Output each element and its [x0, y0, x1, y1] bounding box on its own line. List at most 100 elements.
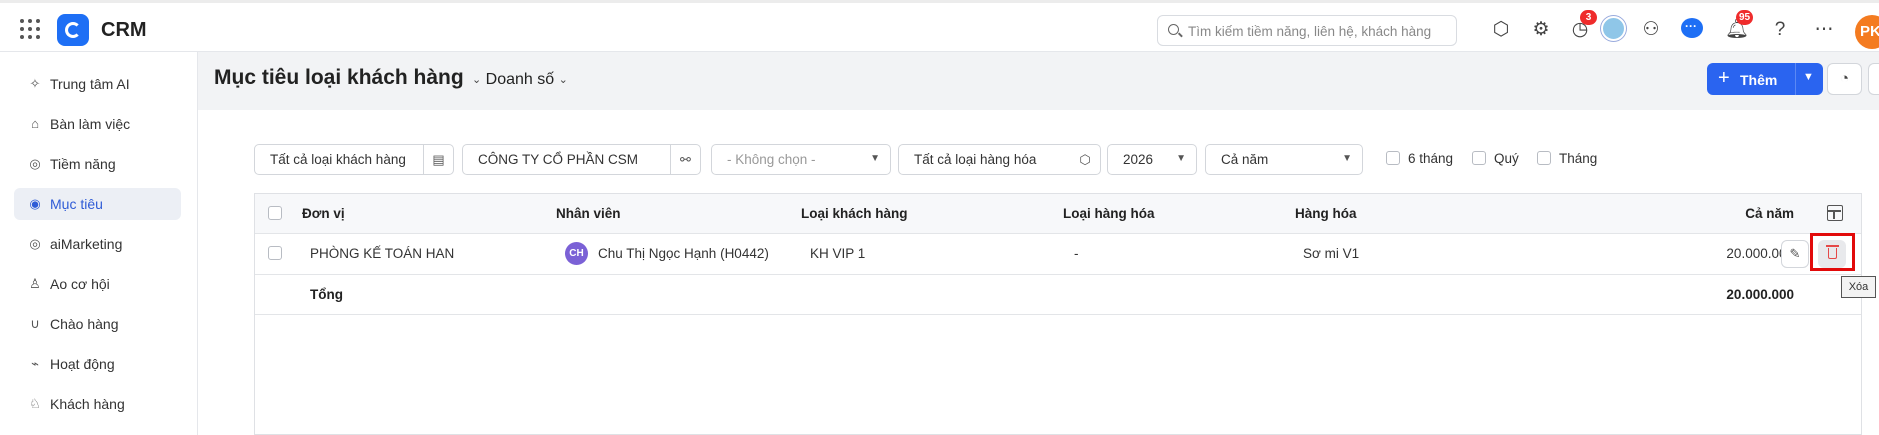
- sidebar-item-label: Bàn làm việc: [50, 116, 131, 132]
- checkbox[interactable]: [1472, 151, 1486, 165]
- period-dropdown[interactable]: Cả năm ▼: [1205, 144, 1363, 175]
- sidebar-item-aimarketing[interactable]: ◎ aiMarketing: [14, 228, 181, 260]
- customer-type-filter[interactable]: Tất cả loại khách hàng ▤: [254, 144, 454, 175]
- search-input[interactable]: [1188, 21, 1448, 41]
- checkbox[interactable]: [1537, 151, 1551, 165]
- plus-icon: +: [1718, 67, 1730, 89]
- column-header-customer-type[interactable]: Loại khách hàng: [801, 206, 908, 221]
- column-header-full-year[interactable]: Cả năm: [1655, 206, 1794, 221]
- home-icon: ⌂: [31, 116, 39, 131]
- sidebar-item-label: Hoạt động: [50, 356, 115, 372]
- organization-filter[interactable]: CÔNG TY CỔ PHẦN CSM ⚯: [462, 144, 701, 175]
- checkbox[interactable]: [1386, 151, 1400, 165]
- page-title: Mục tiêu loại khách hàng: [214, 66, 464, 89]
- sidebar-item-label: Chào hàng: [50, 316, 119, 332]
- period-dropdown-value: Cả năm: [1221, 152, 1269, 167]
- delete-tooltip: Xóa: [1841, 276, 1876, 298]
- total-label: Tổng: [310, 287, 343, 302]
- customer-icon: ♘: [29, 396, 41, 411]
- select-all-checkbox[interactable]: [268, 206, 282, 220]
- total-row: Tổng 20.000.000: [255, 275, 1861, 315]
- user-avatar[interactable]: PK: [1855, 15, 1879, 49]
- apps-grid-icon[interactable]: [20, 19, 40, 39]
- sidebar: ✧ Trung tâm AI ⌂ Bàn làm việc ◎ Tiềm năn…: [0, 52, 198, 435]
- column-header-unit[interactable]: Đơn vị: [302, 206, 345, 221]
- sidebar-item-leads[interactable]: ◎ Tiềm năng: [14, 148, 181, 180]
- customer-type-filter-value: Tất cả loại khách hàng: [270, 152, 406, 167]
- history-button[interactable]: ◔: [1827, 63, 1862, 95]
- help-icon[interactable]: ?: [1768, 18, 1792, 42]
- crm-logo-icon: [57, 14, 89, 46]
- sidebar-item-ai-center[interactable]: ✧ Trung tâm AI: [14, 68, 181, 100]
- sidebar-item-customers[interactable]: ♘ Khách hàng: [14, 388, 181, 420]
- sidebar-item-goals[interactable]: ◉ Mục tiêu: [14, 188, 181, 220]
- product-type-filter[interactable]: Tất cả loại hàng hóa ⬡: [898, 144, 1101, 175]
- sparkle-icon: ✧: [29, 76, 41, 91]
- pencil-icon: ✎: [1789, 246, 1801, 261]
- six-months-checkbox[interactable]: 6 tháng: [1386, 151, 1453, 166]
- page-header: Mục tiêu loại khách hàng ⌄ Doanh số ⌄ + …: [198, 52, 1879, 110]
- edit-button[interactable]: ✎: [1781, 240, 1809, 268]
- view-selector[interactable]: ⌄ Doanh số ⌄: [472, 71, 568, 89]
- chevron-down-icon: ⌄: [472, 74, 482, 87]
- sidebar-item-label: aiMarketing: [50, 236, 123, 252]
- none-select-dropdown[interactable]: - Không chọn - ▼: [711, 144, 891, 175]
- pool-icon: ♙: [29, 276, 41, 291]
- chat-icon[interactable]: [1681, 18, 1703, 38]
- column-header-employee[interactable]: Nhân viên: [556, 206, 621, 221]
- search-box[interactable]: [1157, 15, 1457, 46]
- employee-avatar: CH: [565, 242, 588, 265]
- cube-search-icon[interactable]: ⬡: [1489, 18, 1513, 42]
- sidebar-item-label: Trung tâm AI: [50, 76, 130, 92]
- month-checkbox[interactable]: Tháng: [1537, 151, 1597, 166]
- table-row[interactable]: PHÒNG KẾ TOÁN HAN CH Chu Thị Ngọc Hạnh (…: [255, 234, 1861, 275]
- add-button-label: Thêm: [1740, 72, 1778, 88]
- sidebar-item-quotes[interactable]: ∪ Chào hàng: [14, 308, 181, 340]
- none-select-value: - Không chọn -: [727, 152, 816, 167]
- sidebar-item-label: Tiềm năng: [50, 156, 116, 172]
- activity-icon: ⌁: [31, 356, 39, 371]
- quarter-checkbox[interactable]: Quý: [1472, 151, 1519, 166]
- chevron-down-icon: ▼: [1176, 153, 1186, 164]
- row-checkbox[interactable]: [268, 246, 282, 260]
- column-settings-icon[interactable]: [1827, 205, 1843, 221]
- top-bar: CRM ⬡ ⚙ ◷ 3 ⚇ 🔔︎ 95 ? ⋯ PK: [0, 0, 1879, 52]
- more-actions-button[interactable]: [1868, 63, 1879, 95]
- sidebar-item-activities[interactable]: ⌁ Hoạt động: [14, 348, 181, 380]
- add-button-divider: [1795, 63, 1796, 95]
- organization-filter-value: CÔNG TY CỔ PHẦN CSM: [478, 152, 639, 167]
- customer-type-cell: KH VIP 1: [810, 246, 866, 261]
- view-selector-label: Doanh số: [485, 71, 555, 88]
- year-dropdown[interactable]: 2026 ▼: [1107, 144, 1197, 175]
- search-icon: [1168, 24, 1179, 35]
- magnet-icon: ∪: [30, 316, 40, 331]
- assistant-avatar-icon[interactable]: [1601, 16, 1626, 41]
- product-cell: Sơ mi V1: [1303, 246, 1360, 261]
- sidebar-item-label: Khách hàng: [50, 396, 125, 412]
- notification-badge: 95: [1736, 10, 1754, 25]
- coin-icon: ◎: [29, 156, 41, 171]
- settings-icon[interactable]: ⚙: [1529, 18, 1553, 42]
- chevron-down-icon: ⌄: [558, 74, 568, 87]
- add-user-icon[interactable]: ⚇: [1639, 18, 1663, 42]
- reminder-clock-icon[interactable]: ◷ 3: [1568, 10, 1597, 42]
- column-header-product[interactable]: Hàng hóa: [1295, 206, 1357, 221]
- employee-cell: Chu Thị Ngọc Hạnh (H0442): [598, 246, 769, 261]
- year-dropdown-value: 2026: [1123, 152, 1154, 167]
- building-icon[interactable]: ▤: [423, 145, 453, 174]
- more-options-icon[interactable]: ⋯: [1812, 18, 1836, 42]
- marketing-icon: ◎: [29, 236, 41, 251]
- sidebar-item-workspace[interactable]: ⌂ Bàn làm việc: [14, 108, 181, 140]
- cube-icon[interactable]: ⬡: [1070, 145, 1100, 174]
- sidebar-item-label: Mục tiêu: [50, 196, 103, 212]
- total-value: 20.000.000: [1726, 287, 1794, 302]
- notification-bell-icon[interactable]: 🔔︎ 95: [1725, 10, 1754, 42]
- product-type-cell: -: [1074, 246, 1079, 261]
- org-tree-icon[interactable]: ⚯: [670, 145, 700, 174]
- column-header-product-type[interactable]: Loại hàng hóa: [1063, 206, 1155, 221]
- chevron-down-icon[interactable]: ▼: [1803, 71, 1814, 83]
- sidebar-item-opportunity-pool[interactable]: ♙ Ao cơ hội: [14, 268, 181, 300]
- add-button[interactable]: + Thêm ▼: [1707, 63, 1823, 95]
- goals-table: Đơn vị Nhân viên Loại khách hàng Loại hà…: [254, 193, 1862, 435]
- table-header-row: Đơn vị Nhân viên Loại khách hàng Loại hà…: [255, 194, 1861, 234]
